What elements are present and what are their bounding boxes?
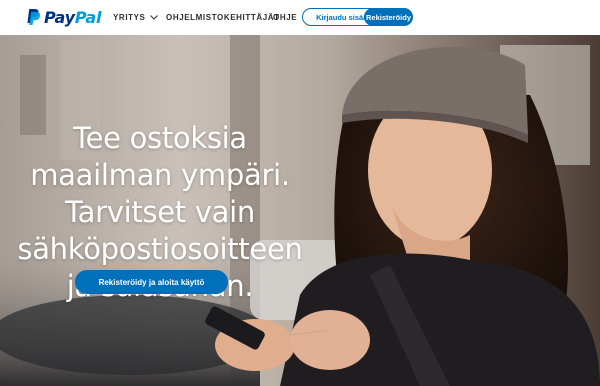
paypal-icon [27, 9, 41, 25]
nav-developers[interactable]: OHJELMISTOKEHITTÄJÄT [166, 13, 280, 22]
chevron-down-icon [149, 15, 158, 21]
hero-signup-button[interactable]: Rekisteröidy ja aloita käyttö [75, 270, 228, 294]
top-header: PayPal YRITYS OHJELMISTOKEHITTÄJÄT OHJE … [0, 0, 600, 35]
nav-company-label: YRITYS [113, 13, 146, 22]
nav-help[interactable]: OHJE [273, 13, 297, 22]
hero-section: Tee ostoksia maailman ympäri. Tarvitset … [0, 35, 600, 386]
paypal-logo[interactable]: PayPal [26, 7, 101, 27]
nav-company[interactable]: YRITYS [113, 13, 158, 22]
brand-name: PayPal [44, 7, 102, 27]
signup-button[interactable]: Rekisteröidy [364, 8, 413, 26]
